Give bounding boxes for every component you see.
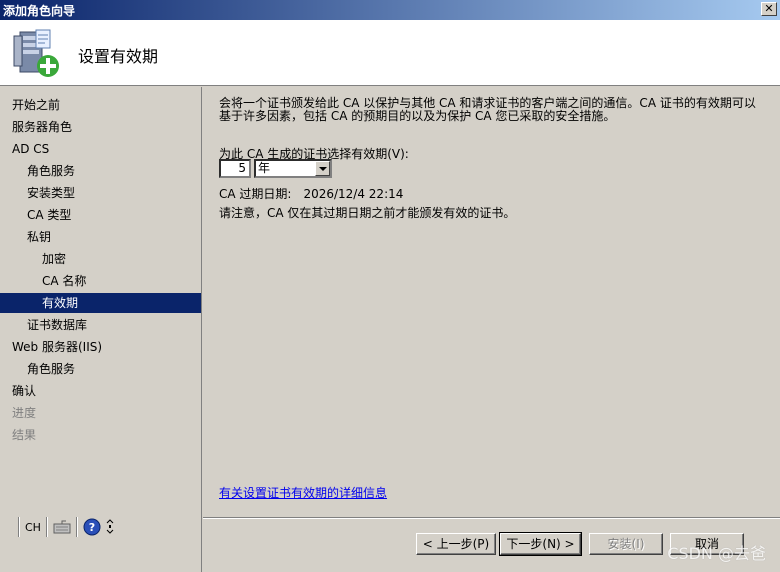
sidebar-item-cryptography[interactable]: 加密 <box>0 249 201 269</box>
sidebar-item-ca-name[interactable]: CA 名称 <box>0 271 201 291</box>
validity-unit-value: 年 <box>258 161 271 175</box>
expiration-value: 2026/12/4 22:14 <box>303 187 404 201</box>
sidebar-item-results: 结果 <box>12 428 37 442</box>
validity-period-input[interactable]: 5 <box>219 159 251 178</box>
sidebar-item-private-key[interactable]: 私钥 <box>0 227 201 247</box>
sidebar-item-web-server-iis[interactable]: Web 服务器(IIS) <box>0 337 201 357</box>
svg-text:?: ? <box>89 521 95 534</box>
keyboard-icon[interactable] <box>53 520 71 534</box>
language-bar-divider <box>18 517 20 537</box>
more-info-link[interactable]: 有关设置证书有效期的详细信息 <box>219 484 387 501</box>
server-add-icon <box>13 29 59 77</box>
chevron-down-icon[interactable] <box>315 161 330 176</box>
language-indicator[interactable]: CH <box>25 521 41 534</box>
validity-note: 请注意，CA 仅在其过期日期之前才能颁发有效的证书。 <box>219 206 516 220</box>
sidebar-item-progress: 进度 <box>12 406 37 420</box>
language-bar-divider <box>75 517 78 537</box>
sidebar-item-validity-period[interactable]: 有效期 <box>0 293 201 313</box>
intro-text: 会将一个证书颁发给此 CA 以保护与其他 CA 和请求证书的客户端之间的通信。C… <box>219 96 756 123</box>
sidebar-item-iis-role-services[interactable]: 角色服务 <box>0 359 201 379</box>
install-button: 安装(I) <box>589 533 663 555</box>
options-arrow-icon[interactable] <box>106 519 114 535</box>
title-bar: 添加角色向导 ✕ <box>0 0 780 20</box>
next-button[interactable]: 下一步(N) > <box>499 532 582 556</box>
expiration-label: CA 过期日期: <box>219 187 292 201</box>
sidebar-item-role-services[interactable]: 角色服务 <box>0 161 201 181</box>
expiration-row: CA 过期日期: 2026/12/4 22:14 <box>219 185 403 202</box>
sidebar-item-server-roles[interactable]: 服务器角色 <box>0 117 201 137</box>
sidebar-item-setup-type[interactable]: 安装类型 <box>0 183 201 203</box>
language-bar-divider <box>45 517 48 537</box>
page-title: 设置有效期 <box>78 47 159 66</box>
language-bar: CH ? <box>18 515 114 539</box>
sidebar-item-ca-type[interactable]: CA 类型 <box>0 205 201 225</box>
validity-unit-select[interactable]: 年 <box>254 159 332 178</box>
wizard-content: 会将一个证书颁发给此 CA 以保护与其他 CA 和请求证书的客户端之间的通信。C… <box>203 87 780 517</box>
window-title: 添加角色向导 <box>3 3 76 18</box>
help-icon[interactable]: ? <box>83 518 101 536</box>
footer-divider <box>203 517 780 519</box>
close-button[interactable]: ✕ <box>761 2 777 16</box>
sidebar-item-before-you-begin[interactable]: 开始之前 <box>0 95 201 115</box>
sidebar-item-confirmation[interactable]: 确认 <box>0 381 201 401</box>
wizard-header: 设置有效期 <box>0 20 780 86</box>
wizard-steps-sidebar: 开始之前 服务器角色 AD CS 角色服务 安装类型 CA 类型 私钥 加密 C… <box>0 87 202 572</box>
sidebar-item-certificate-database[interactable]: 证书数据库 <box>0 315 201 335</box>
back-button[interactable]: < 上一步(P) <box>416 533 496 555</box>
sidebar-item-ad-cs[interactable]: AD CS <box>0 139 201 159</box>
watermark-text: CSDN @去爸 <box>667 544 766 563</box>
